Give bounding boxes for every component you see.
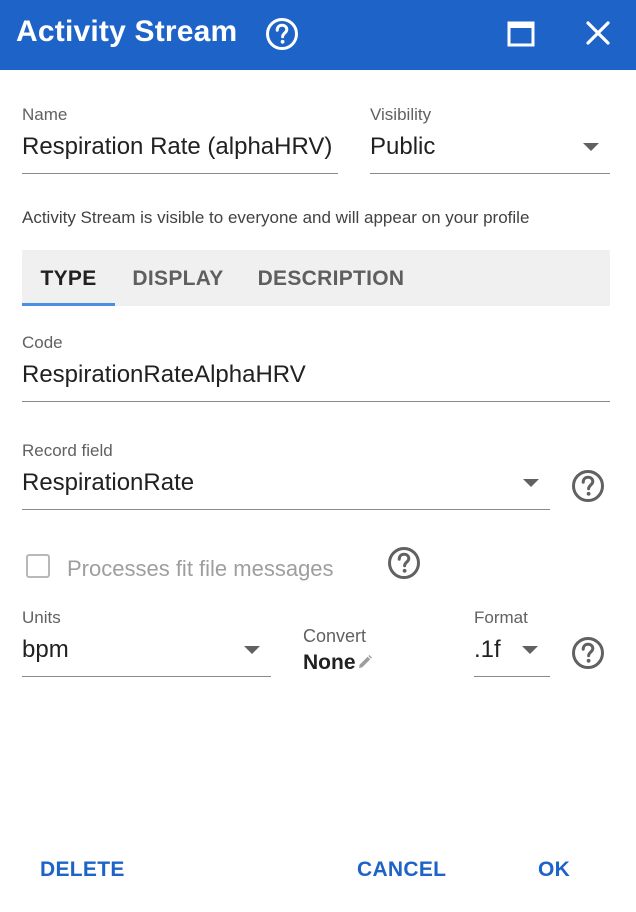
processes-fit-checkbox[interactable]	[26, 554, 50, 578]
format-select[interactable]: .1f	[474, 636, 518, 664]
help-circle-icon[interactable]	[264, 16, 300, 52]
format-help-icon[interactable]	[570, 635, 606, 671]
processes-fit-label: Processes fit file messages	[67, 556, 334, 581]
edit-pencil-icon[interactable]	[357, 654, 373, 670]
format-label: Format	[474, 608, 528, 627]
units-dropdown-icon[interactable]	[244, 646, 260, 654]
ok-button[interactable]: OK	[538, 858, 570, 882]
code-underline	[22, 401, 610, 402]
code-input[interactable]: RespirationRateAlphaHRV	[22, 361, 610, 389]
units-underline	[22, 676, 271, 677]
tab-display[interactable]: DISPLAY	[121, 250, 235, 306]
record-field-help-icon[interactable]	[570, 468, 606, 504]
active-tab-indicator	[22, 303, 115, 306]
record-field-dropdown-icon[interactable]	[523, 479, 539, 487]
visibility-select[interactable]: Public	[370, 133, 570, 161]
processes-fit-help-icon[interactable]	[386, 545, 422, 581]
visibility-info-text: Activity Stream is visible to everyone a…	[22, 208, 530, 227]
delete-button[interactable]: DELETE	[40, 858, 125, 882]
units-select[interactable]: bpm	[22, 636, 232, 664]
convert-label: Convert	[303, 626, 367, 646]
cancel-button[interactable]: CANCEL	[357, 858, 446, 882]
name-input[interactable]: Respiration Rate (alphaHRV)	[22, 133, 338, 161]
visibility-label: Visibility	[370, 105, 432, 124]
maximize-icon[interactable]	[504, 17, 538, 51]
units-label: Units	[22, 608, 61, 627]
convert-value: None	[303, 651, 356, 674]
code-label: Code	[22, 333, 63, 352]
tab-type[interactable]: TYPE	[22, 250, 115, 306]
dialog-title-bar: Activity Stream	[0, 0, 636, 70]
record-field-label: Record field	[22, 441, 113, 460]
tab-description[interactable]: DESCRIPTION	[248, 250, 414, 306]
tab-bar: TYPE DISPLAY DESCRIPTION	[22, 250, 610, 306]
record-field-underline	[22, 509, 550, 510]
name-label: Name	[22, 105, 68, 124]
visibility-dropdown-icon[interactable]	[583, 143, 599, 151]
close-icon[interactable]	[580, 15, 616, 51]
record-field-select[interactable]: RespirationRate	[22, 469, 502, 497]
format-underline	[474, 676, 550, 677]
visibility-underline	[370, 173, 610, 174]
dialog-title: Activity Stream	[16, 15, 238, 48]
format-dropdown-icon[interactable]	[522, 646, 538, 654]
name-underline	[22, 173, 338, 174]
